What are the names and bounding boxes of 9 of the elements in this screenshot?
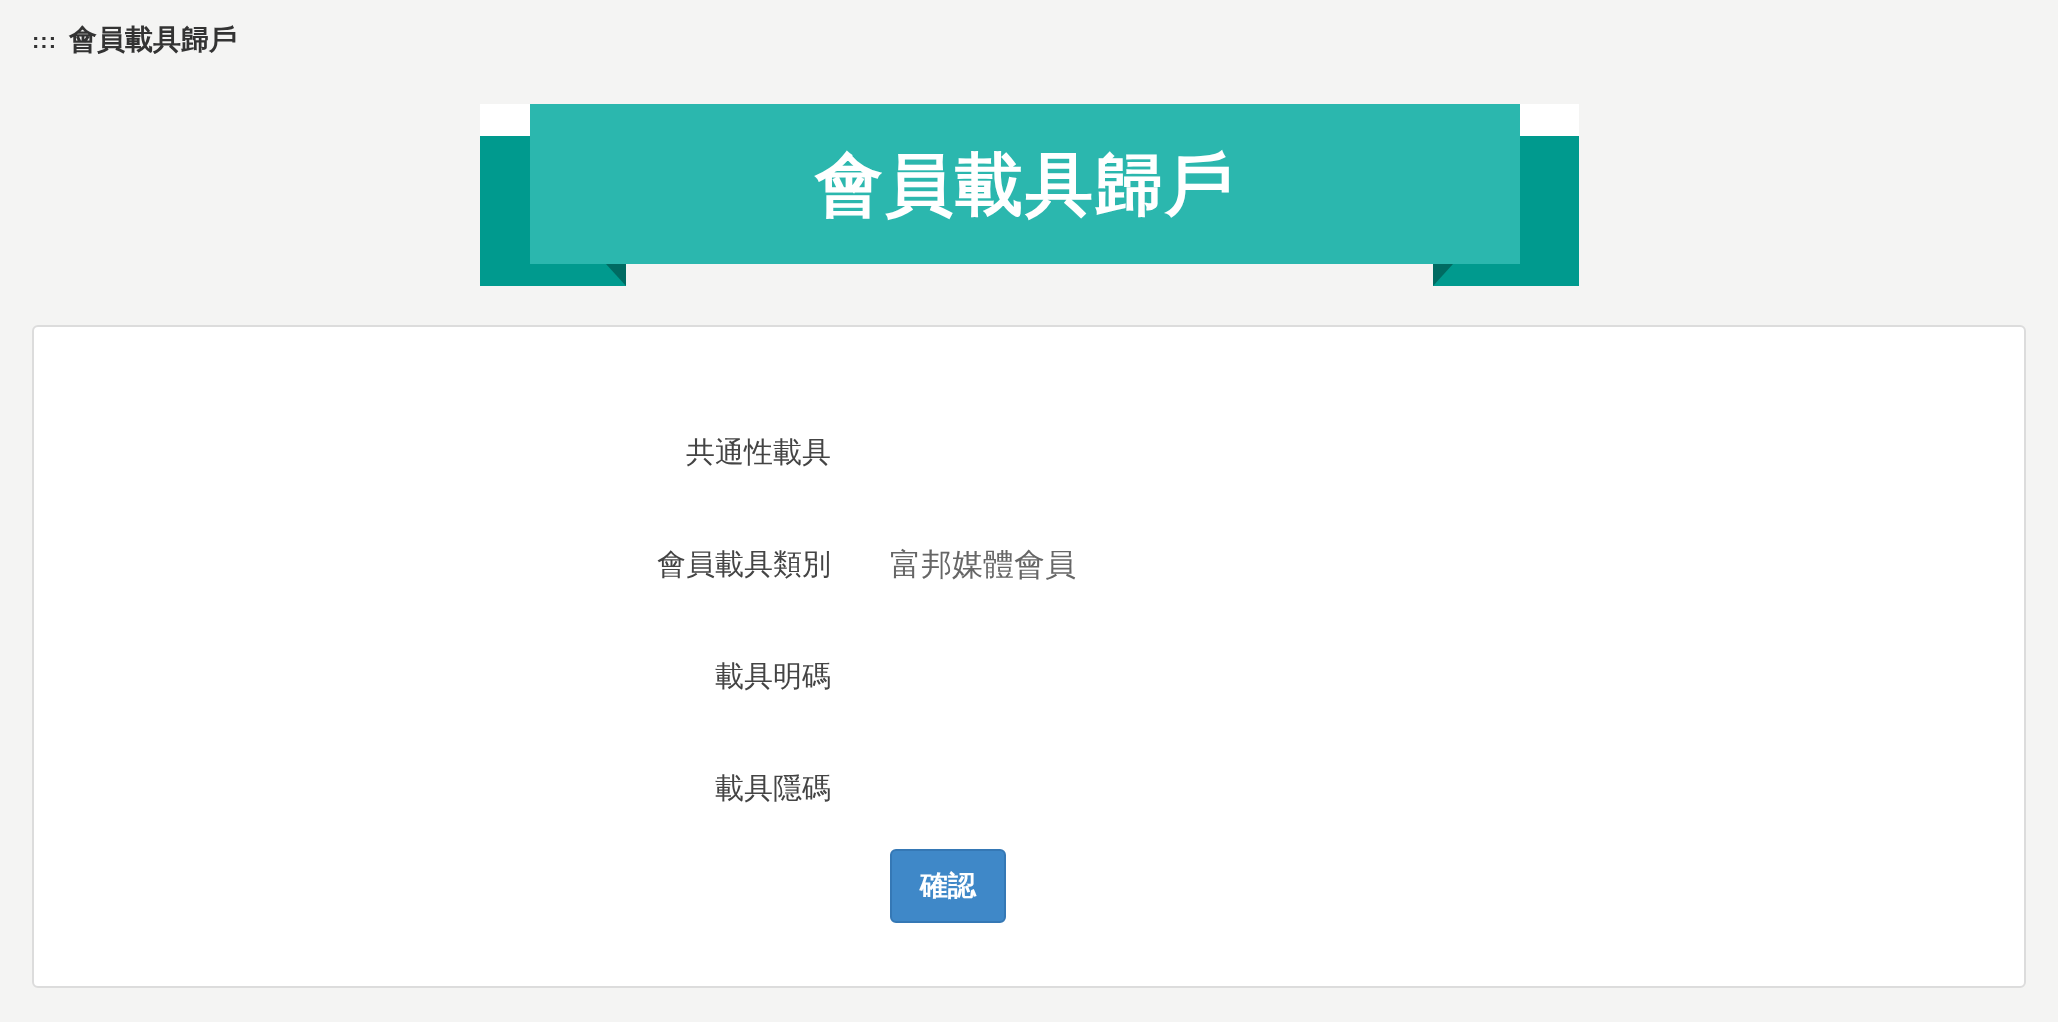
banner-title: 會員載具歸戶	[814, 150, 1235, 218]
field-label: 會員載具類別	[656, 547, 831, 583]
breadcrumb-marker: :::	[32, 26, 57, 55]
field-label: 載具明碼	[714, 659, 831, 695]
field-label: 載具隱碼	[714, 771, 831, 807]
confirm-button[interactable]: 確認	[890, 849, 1006, 923]
field-value: 富邦媒體會員	[890, 545, 1076, 584]
field-label: 共通性載具	[685, 435, 831, 471]
breadcrumb-title: 會員載具歸戶	[69, 23, 237, 57]
